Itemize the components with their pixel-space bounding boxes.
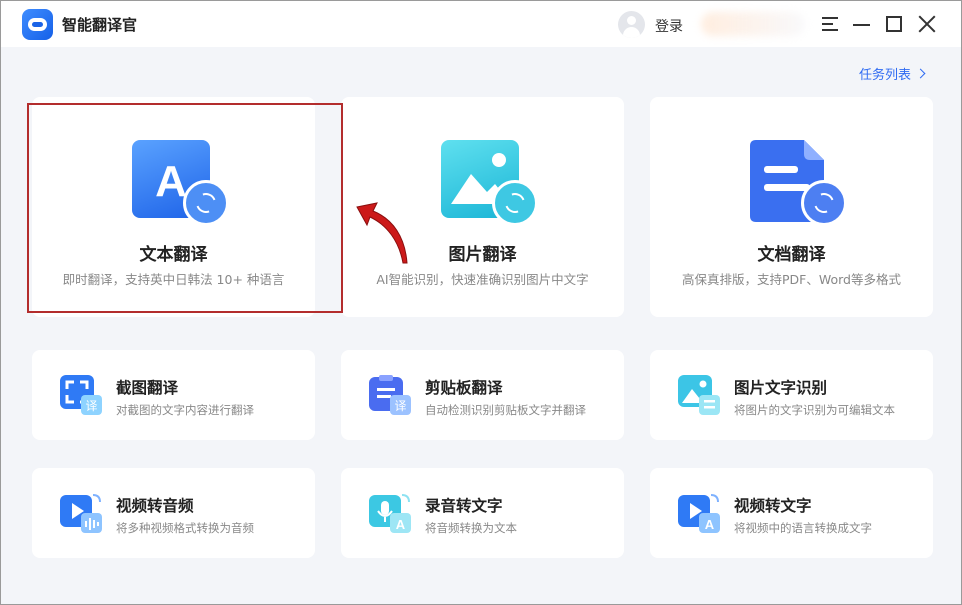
svg-text:A: A [155,157,187,206]
svg-text:译: 译 [394,399,406,413]
card-title: 截图翻译 [116,379,179,397]
chevron-right-icon [915,68,926,79]
minimize-icon[interactable] [851,13,873,35]
card-description: AI智能识别，快速准确识别图片中文字 [376,272,589,287]
svg-text:译: 译 [85,399,97,413]
card-clipboard-translate[interactable]: 译 剪贴板翻译 自动检测识别剪贴板文字并翻译 [341,350,624,440]
card-title: 视频转音频 [116,497,194,515]
card-description: 即时翻译，支持英中日韩法 10+ 种语言 [62,272,285,287]
card-title: 文档翻译 [757,245,826,265]
card-video-to-text[interactable]: A 视频转文字 将视频中的语言转换成文字 [650,468,933,558]
annotation-arrow-icon [356,202,408,264]
card-title: 剪贴板翻译 [425,379,503,397]
card-description: 自动检测识别剪贴板文字并翻译 [425,403,586,417]
app-window: 智能翻译官 登录 任务列表 A 文本翻译 即时翻译，支持英中日韩法 10+ 种语… [0,0,962,605]
maximize-icon[interactable] [883,13,905,35]
video-to-text-icon: A [678,493,722,535]
svg-text:A: A [705,517,715,532]
card-description: 将图片的文字识别为可编辑文本 [734,403,895,417]
document-translate-icon [750,140,847,226]
task-list-link[interactable]: 任务列表 [859,64,926,83]
menu-icon[interactable] [819,13,841,35]
card-description: 高保真排版，支持PDF、Word等多格式 [682,272,901,287]
svg-text:A: A [396,517,406,532]
image-ocr-icon [678,375,722,417]
audio-to-text-icon: A [369,493,413,535]
card-video-to-audio[interactable]: 视频转音频 将多种视频格式转换为音频 [32,468,315,558]
clipboard-translate-icon: 译 [369,375,413,417]
card-title: 视频转文字 [734,497,812,515]
card-title: 录音转文字 [425,497,503,515]
text-translate-icon: A [132,140,229,226]
login-button[interactable]: 登录 [655,16,683,36]
card-title: 图片文字识别 [734,379,828,397]
app-logo-icon [22,9,53,40]
card-description: 将多种视频格式转换为音频 [116,521,254,535]
card-document-translate[interactable]: 文档翻译 高保真排版，支持PDF、Word等多格式 [650,97,933,317]
card-title: 文本翻译 [139,245,208,265]
blurred-banner [701,12,805,36]
title-bar: 智能翻译官 登录 [1,1,961,47]
card-description: 对截图的文字内容进行翻译 [116,403,254,417]
card-description: 将音频转换为文本 [425,521,517,535]
screenshot-translate-icon: 译 [60,375,104,417]
task-list-label: 任务列表 [859,68,912,83]
image-translate-icon [441,140,538,226]
card-image-ocr[interactable]: 图片文字识别 将图片的文字识别为可编辑文本 [650,350,933,440]
app-title: 智能翻译官 [62,16,138,34]
user-avatar-icon[interactable] [618,11,645,38]
card-text-translate[interactable]: A 文本翻译 即时翻译，支持英中日韩法 10+ 种语言 [32,97,315,317]
card-audio-to-text[interactable]: A 录音转文字 将音频转换为文本 [341,468,624,558]
card-description: 将视频中的语言转换成文字 [734,521,872,535]
video-to-audio-icon [60,493,104,535]
card-screenshot-translate[interactable]: 译 截图翻译 对截图的文字内容进行翻译 [32,350,315,440]
close-icon[interactable] [916,13,938,35]
